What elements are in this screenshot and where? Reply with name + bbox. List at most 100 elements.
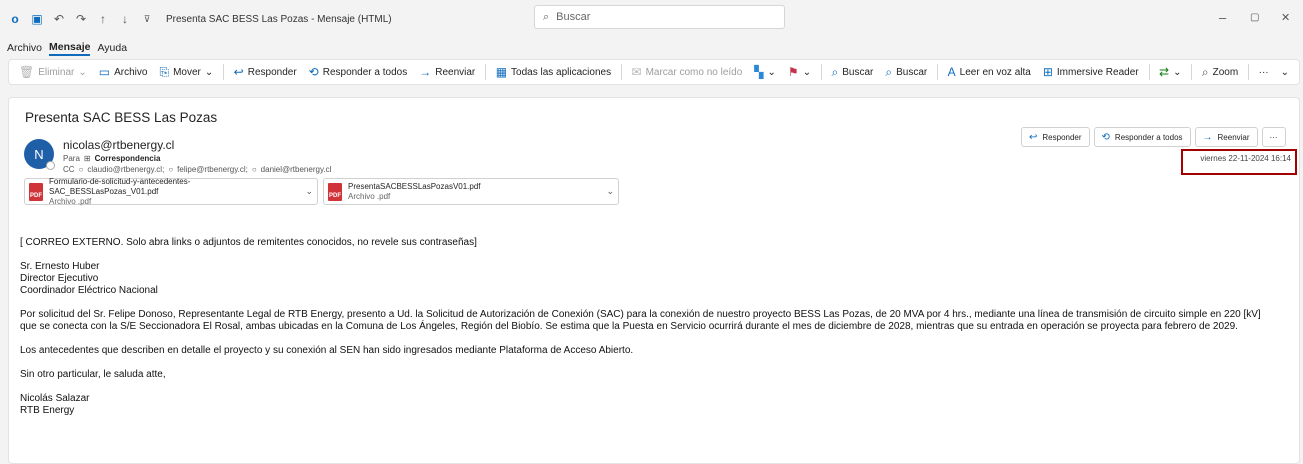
forward-icon: →: [419, 65, 432, 79]
apps-icon: ▦: [495, 65, 508, 79]
search-button-2[interactable]: ⌕ Buscar: [881, 62, 931, 82]
reply-icon: ↩: [233, 65, 244, 79]
delete-button[interactable]: 🗑 Eliminar ⌄: [15, 62, 91, 82]
save-icon[interactable]: ▣: [30, 12, 44, 26]
ribbon-toolbar: 🗑 Eliminar ⌄ ▭ Archivo ⎘ Mover ⌄ ↩ Responder ⟲…: [8, 59, 1300, 85]
trash-icon: 🗑: [19, 65, 35, 79]
minimize-button[interactable]: –: [1219, 10, 1226, 25]
menu-archivo[interactable]: Archivo: [7, 42, 42, 54]
search-input[interactable]: ⌕ Buscar: [534, 5, 785, 29]
immersive-reader-icon: ⊞: [1042, 65, 1053, 79]
forward-button[interactable]: → Reenviar: [1194, 127, 1258, 147]
more-actions-button[interactable]: ···: [1261, 127, 1286, 147]
move-button[interactable]: ⎘ Mover ⌄: [155, 62, 217, 82]
reply-all-icon: ⟲: [1101, 131, 1110, 143]
cc-recipient[interactable]: claudio@rtbenergy.cl;: [87, 165, 164, 174]
chevron-down-icon[interactable]: ⌄: [305, 186, 313, 197]
attachment-name: PresentaSACBESSLasPozasV01.pdf: [348, 181, 481, 191]
search-placeholder: Buscar: [556, 11, 591, 23]
cc-recipient[interactable]: felipe@rtbenergy.cl;: [177, 165, 248, 174]
zoom-icon: ⌕: [1201, 64, 1209, 79]
immersive-reader-button[interactable]: ⊞ Immersive Reader: [1039, 62, 1143, 82]
email-subject: Presenta SAC BESS Las Pozas: [25, 110, 218, 125]
pdf-icon: PDF: [29, 182, 43, 201]
customize-toolbar-icon[interactable]: ⊽: [140, 12, 154, 26]
chevron-down-icon: ⌄: [204, 66, 214, 78]
message-actions: ↩ Responder ⟲ Responder a todos → Reenviar …: [1021, 127, 1286, 147]
outlook-icon: o: [11, 12, 19, 26]
translate-icon: ⇄: [1159, 65, 1170, 79]
attachment-type: Archivo .pdf: [348, 191, 391, 201]
attachment-name: Formulario-de-solicitud-y-antecedentes-S…: [48, 176, 191, 196]
to-line: Para ⊞ Correspondencia: [63, 154, 160, 163]
move-icon: ⎘: [159, 64, 170, 79]
undo-icon[interactable]: ↶: [52, 12, 66, 26]
menu-mensaje[interactable]: Mensaje: [49, 41, 91, 56]
group-icon: ⊞: [83, 154, 91, 163]
archive-button[interactable]: ▭ Archivo: [95, 62, 152, 82]
pdf-icon: PDF: [328, 182, 342, 201]
search-icon: ⌕: [831, 64, 839, 79]
menu-ayuda[interactable]: Ayuda: [97, 42, 127, 54]
body-paragraph: Los antecedentes que describen en detall…: [20, 345, 634, 356]
person-icon: ○: [251, 165, 257, 174]
closing: Sin otro particular, le saluda atte,: [20, 369, 166, 380]
attachment[interactable]: PDF PresentaSACBESSLasPozasV01.pdf Archi…: [323, 178, 619, 205]
categorize-icon: ▚: [754, 65, 764, 79]
cc-label: CC: [63, 165, 75, 174]
chevron-down-icon: ⌄: [767, 66, 776, 78]
forward-icon: →: [1202, 131, 1213, 143]
flag-button[interactable]: ⚑ ⌄: [784, 62, 815, 82]
sender-address[interactable]: nicolas@rtbenergy.cl: [63, 138, 174, 152]
reading-pane: Presenta SAC BESS Las Pozas N nicolas@rt…: [8, 97, 1300, 464]
more-options-button[interactable]: ···: [1255, 62, 1273, 82]
reply-all-button[interactable]: ⟲ Responder a todos: [305, 62, 412, 82]
reply-button[interactable]: ↩ Responder: [1021, 127, 1090, 147]
body-paragraph: Por solicitud del Sr. Felipe Donoso, Rep…: [20, 309, 1261, 332]
chevron-down-icon[interactable]: ⌄: [606, 186, 614, 197]
down-arrow-icon[interactable]: ↓: [118, 12, 132, 26]
read-aloud-button[interactable]: A Leer en voz alta: [944, 62, 1035, 82]
reply-all-button[interactable]: ⟲ Responder a todos: [1093, 127, 1191, 147]
all-apps-button[interactable]: ▦ Todas las aplicaciones: [492, 62, 615, 82]
person-icon: ○: [78, 165, 84, 174]
addressee-block: Sr. Ernesto Huber Director Ejecutivo Coo…: [20, 261, 158, 296]
chevron-down-icon: ⌄: [78, 66, 87, 78]
chevron-down-icon: ⌄: [1173, 66, 1182, 78]
attachment-type: Archivo .pdf: [48, 196, 92, 206]
up-arrow-icon[interactable]: ↑: [96, 12, 110, 26]
reply-icon: ↩: [1029, 131, 1038, 143]
flag-icon: ⚑: [787, 65, 799, 79]
close-button[interactable]: ✕: [1281, 11, 1290, 24]
categorize-button[interactable]: ▚ ⌄: [750, 62, 780, 82]
redo-icon[interactable]: ↷: [74, 12, 88, 26]
email-body: [ CORREO EXTERNO. Solo abra links o adju…: [20, 237, 1295, 429]
search-icon: ⌕: [885, 64, 893, 79]
mark-unread-button[interactable]: ✉ Marcar como no leído: [628, 62, 747, 82]
email-date: viernes 22-11-2024 16:14: [1200, 154, 1291, 163]
search-button[interactable]: ⌕ Buscar: [828, 62, 878, 82]
archive-icon: ▭: [98, 65, 111, 79]
to-recipient[interactable]: Correspondencia: [95, 154, 161, 163]
maximize-button[interactable]: ▢: [1250, 12, 1259, 23]
to-label: Para: [63, 154, 80, 163]
translate-button[interactable]: ⇄ ⌄: [1155, 62, 1185, 82]
signature: Nicolás Salazar RTB Energy: [20, 393, 90, 416]
window-title: Presenta SAC BESS Las Pozas - Mensaje (H…: [166, 13, 392, 25]
reply-all-icon: ⟲: [308, 65, 319, 79]
title-bar: o ▣ ↶ ↷ ↑ ↓ ⊽ Presenta SAC BESS Las Poza…: [0, 0, 1303, 38]
read-aloud-icon: A: [947, 65, 956, 79]
reply-button[interactable]: ↩ Responder: [230, 62, 301, 82]
forward-button[interactable]: → Reenviar: [415, 62, 479, 82]
cc-recipient[interactable]: daniel@rtbenergy.cl: [261, 165, 332, 174]
menu-bar: Archivo Mensaje Ayuda: [0, 38, 127, 58]
external-warning: [ CORREO EXTERNO. Solo abra links o adju…: [20, 237, 477, 248]
attachment[interactable]: PDF Formulario-de-solicitud-y-antecedent…: [24, 176, 318, 206]
date-highlight: viernes 22-11-2024 16:14: [1181, 149, 1297, 175]
person-icon: ○: [168, 165, 174, 174]
mail-icon: ✉: [631, 65, 642, 79]
zoom-button[interactable]: ⌕ Zoom: [1198, 62, 1242, 82]
ribbon-collapse-icon[interactable]: ⌄: [1277, 62, 1293, 82]
cc-line: CC ○ claudio@rtbenergy.cl; ○ felipe@rtbe…: [63, 165, 331, 174]
chevron-down-icon: ⌄: [802, 66, 812, 78]
